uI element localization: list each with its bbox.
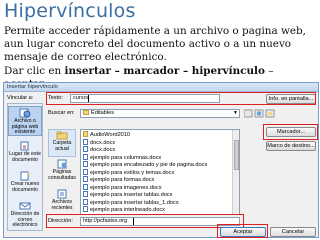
nav-this-document[interactable]: Lugar de este documento (8, 140, 42, 168)
email-icon (19, 202, 31, 210)
nav-email-address[interactable]: Dirección de correo electrónico (8, 200, 42, 230)
file-name: ejemplo para estilos y temas.docx (90, 169, 175, 176)
globe-icon (256, 111, 262, 116)
file-name: AudioWord2010 (90, 132, 131, 138)
browse-toolbar (244, 109, 275, 118)
nav-browsed-pages-label: Páginas consultadas (48, 169, 76, 181)
list-item[interactable]: ejemplo para imagenes.docx (83, 183, 162, 191)
list-item[interactable]: docx.docx (83, 138, 116, 146)
word-doc-icon (83, 183, 88, 190)
file-list-scrollbar[interactable] (232, 130, 239, 214)
nav-existing-file[interactable]: Archivo o página web existente (8, 106, 42, 136)
word-doc-icon (83, 198, 88, 205)
list-item[interactable]: ejemplo para columnas.docx (83, 153, 162, 161)
text-label: Texto: (48, 95, 63, 101)
word-doc-icon (83, 168, 88, 175)
file-name: docx.docx (90, 139, 116, 146)
bookmark-button[interactable]: Marcador... (266, 127, 316, 137)
file-name: ejemplo para insertar tablas_1.docx (90, 199, 179, 206)
nav-current-folder-label: Carpeta actual (52, 140, 72, 152)
recent-files-icon (57, 189, 67, 199)
word-doc-icon (83, 161, 88, 167)
dialog-title: Insertar hipervínculo (7, 84, 58, 90)
nav-existing-file-label: Archivo o página web existente (11, 118, 39, 136)
file-name: ejemplo para interlneado.docx (90, 207, 165, 213)
description-text: Permite acceder rápidamente a un archivo… (4, 25, 306, 63)
screen-tip-button[interactable]: Info. en pantalla... (266, 94, 316, 104)
file-name: ejemplo para insertar tablas.docx (90, 192, 173, 198)
nav-browsed-pages[interactable]: Páginas consultadas (48, 159, 76, 187)
address-cursor (133, 218, 134, 225)
instruction-bold: insertar – marcador – hipervínculo (64, 65, 265, 77)
address-input-value: http://pcfastsx.org (83, 218, 128, 224)
instruction-prefix: Dar clic en (4, 65, 65, 77)
text-input[interactable]: cursos (70, 94, 220, 103)
nav-recent-files[interactable]: Archivos recientes (48, 189, 76, 217)
dialog-titlebar: Insertar hipervínculo (4, 83, 318, 92)
browse-nav: Carpeta actual Páginas consultadas Archi… (48, 129, 76, 223)
search-in-value: Editables (91, 110, 115, 116)
nav-current-folder[interactable]: Carpeta actual (48, 129, 76, 157)
ok-button[interactable]: Aceptar (220, 227, 266, 237)
folder-icon (83, 110, 89, 115)
cancel-button[interactable]: Cancelar (270, 227, 316, 237)
nav-recent-files-label: Archivos recientes (51, 199, 73, 211)
list-item[interactable]: AudioWord2010 (83, 131, 130, 138)
file-list[interactable]: AudioWord2010 docx.docx docx.docx ejempl… (80, 129, 240, 215)
folder-icon (83, 131, 88, 137)
browsed-pages-icon (57, 159, 67, 169)
open-folder-icon (268, 112, 272, 115)
file-name: ejemplo para columnas.docx (90, 154, 162, 161)
nav-new-document-label: Crear nuevo documento (10, 181, 40, 193)
file-name: ejemplo para formas.docx (90, 177, 155, 183)
file-name: docx.docx (90, 147, 116, 153)
up-folder-icon[interactable] (244, 109, 253, 118)
word-doc-icon (83, 146, 88, 152)
slide-title: Hipervínculos (4, 0, 136, 22)
address-input[interactable]: http://pcfastsx.org (80, 217, 240, 226)
nav-new-document[interactable]: Crear nuevo documento (8, 170, 42, 198)
list-item[interactable]: ejemplo para interlneado.docx (83, 206, 165, 213)
text-input-value: cursos (73, 95, 90, 101)
nav-this-document-label: Lugar de este documento (9, 151, 41, 163)
list-item[interactable]: ejemplo para encabezado y pie de pagina.… (83, 161, 207, 168)
list-item[interactable]: ejemplo para insertar tablas.docx (83, 191, 172, 198)
word-doc-icon (83, 153, 88, 160)
list-item[interactable]: ejemplo para insertar tablas_1.docx (83, 198, 179, 206)
word-doc-icon (83, 138, 88, 145)
nav-email-address-label: Dirección de correo electrónico (10, 211, 40, 229)
list-item[interactable]: ejemplo para formas.docx (83, 176, 154, 183)
list-item[interactable]: docx.docx (83, 146, 115, 153)
search-in-select[interactable]: Editables ▼ (80, 109, 240, 118)
scroll-thumb[interactable] (234, 140, 239, 170)
file-name: ejemplo para encabezado y pie de pagina.… (90, 162, 208, 168)
word-doc-icon (83, 206, 88, 212)
file-name: ejemplo para imagenes.docx (90, 184, 162, 191)
current-folder-icon (56, 131, 68, 140)
word-doc-icon (83, 176, 88, 182)
list-item[interactable]: ejemplo para estilos y temas.docx (83, 168, 175, 176)
link-to-nav: Archivo o página web existente Lugar de … (7, 103, 43, 231)
address-label: Dirección: (48, 218, 73, 224)
chevron-down-icon[interactable]: ▼ (233, 110, 238, 117)
web-page-icon (19, 108, 31, 118)
link-to-label: Vincular a: (7, 95, 34, 101)
search-in-label: Buscar en: (48, 110, 75, 116)
text-cursor (88, 95, 89, 102)
target-frame-button[interactable]: Marco de destino... (266, 141, 316, 151)
document-place-icon (20, 141, 29, 151)
word-doc-icon (83, 191, 88, 197)
new-document-icon (20, 171, 30, 181)
insert-hyperlink-dialog: Insertar hipervínculo Vincular a: Texto:… (3, 82, 319, 238)
